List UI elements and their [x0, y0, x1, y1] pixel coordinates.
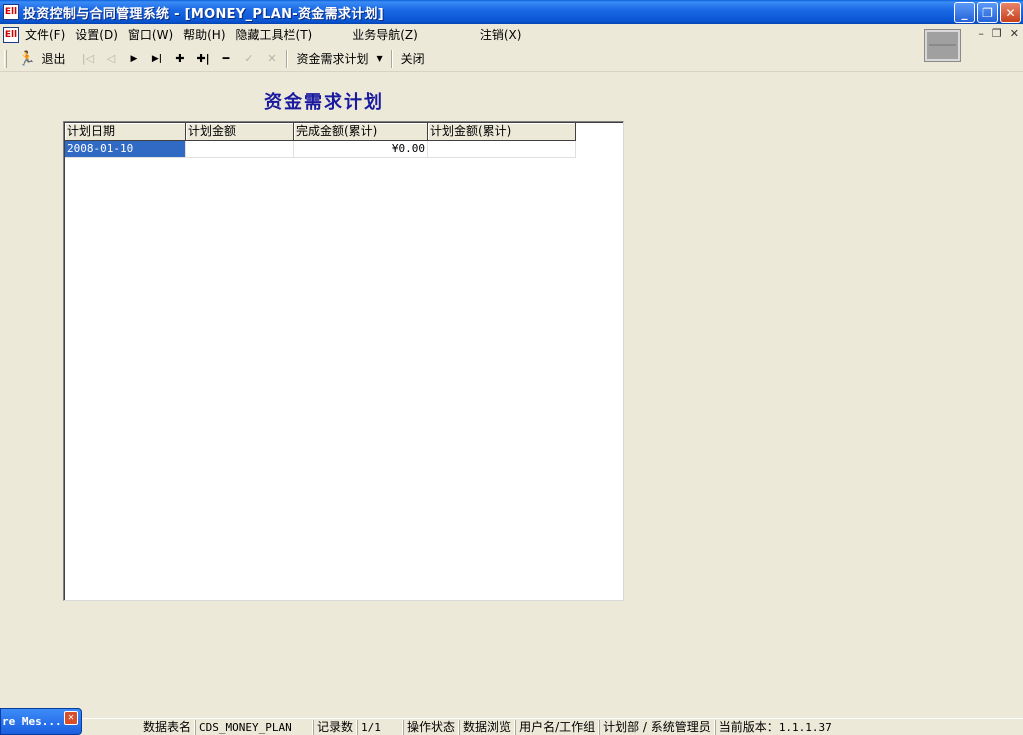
exit-label: 退出	[41, 52, 66, 66]
cell-plan-date[interactable]: 2008-01-10	[65, 141, 186, 158]
mdi-close-button[interactable]: ✕	[1010, 27, 1019, 40]
plus-icon: ✚	[175, 52, 185, 65]
taskbar-button[interactable]: re Mes... ✕	[0, 708, 82, 735]
first-record-button[interactable]: |◁	[76, 48, 99, 70]
cell-plan-cumulative[interactable]	[428, 141, 576, 158]
delete-record-button[interactable]: ━	[214, 48, 237, 70]
prev-record-button[interactable]: ◁	[99, 48, 122, 70]
add-record-button[interactable]: ✚	[168, 48, 191, 70]
mdi-controls: – ❐ ✕	[978, 27, 1019, 40]
status-state-value: 数据浏览	[459, 719, 516, 735]
last-record-button[interactable]: ▶|	[145, 48, 168, 70]
grid-header: 计划日期 计划金额 完成金额(累计) 计划金额(累计)	[65, 123, 576, 141]
plan-dropdown-button[interactable]: 资金需求计划 ▼	[291, 48, 387, 70]
close-form-label: 关闭	[400, 52, 425, 66]
status-version-value: 1.1.1.37	[778, 720, 832, 734]
first-icon: |◁	[81, 52, 95, 65]
exit-button[interactable]: 🏃 退出	[13, 48, 70, 70]
status-table-label: 数据表名	[140, 719, 196, 735]
minus-icon: ━	[222, 52, 230, 65]
toolbar-separator	[390, 49, 393, 68]
mdi-minimize-button[interactable]: –	[978, 27, 984, 40]
column-header-plan-amount[interactable]: 计划金额	[186, 123, 294, 141]
check-icon: ✓	[244, 52, 254, 65]
close-button[interactable]: ✕	[1000, 2, 1021, 23]
column-header-plan-cumulative[interactable]: 计划金额(累计)	[428, 123, 576, 141]
toolbar-grip[interactable]	[4, 49, 7, 68]
cell-completed-cumulative[interactable]: ¥0.00	[294, 141, 428, 158]
chevron-down-icon: ▼	[376, 54, 383, 63]
insert-record-button[interactable]: ✚|	[191, 48, 214, 70]
menu-hide-toolbar[interactable]: 隐藏工具栏(T)	[236, 26, 313, 43]
next-icon: ▶	[130, 53, 138, 64]
column-header-plan-date[interactable]: 计划日期	[65, 123, 186, 141]
menu-settings[interactable]: 设置(D)	[75, 26, 118, 43]
confirm-button[interactable]: ✓	[237, 48, 260, 70]
mdi-restore-button[interactable]: ❐	[992, 27, 1002, 40]
next-record-button[interactable]: ▶	[122, 48, 145, 70]
status-version-label: 当前版本：	[718, 719, 779, 734]
status-bar: 数据表名 CDS_MONEY_PLAN 记录数 1/1 操作状态 数据浏览 用户…	[0, 718, 1023, 735]
table-row[interactable]: 2008-01-10 ¥0.00	[65, 141, 576, 158]
last-icon: ▶|	[151, 53, 163, 64]
window-controls: _ ❐ ✕	[954, 2, 1021, 23]
menu-file[interactable]: 文件(F)	[25, 26, 65, 43]
running-man-icon: 🏃	[18, 50, 36, 67]
menu-help[interactable]: 帮助(H)	[183, 26, 225, 43]
restore-button[interactable]: ❐	[977, 2, 998, 23]
app-icon: Ell	[3, 4, 19, 20]
column-header-completed-cumulative[interactable]: 完成金额(累计)	[294, 123, 428, 141]
menu-window[interactable]: 窗口(W)	[128, 26, 173, 43]
cell-plan-amount[interactable]	[186, 141, 294, 158]
toolbar: 🏃 退出 |◁ ◁ ▶ ▶| ✚ ✚| ━ ✓ ✕ 资金需求计划 ▼ 关闭	[0, 46, 1023, 72]
menu-logout[interactable]: 注销(X)	[480, 26, 522, 43]
cancel-edit-button[interactable]: ✕	[260, 48, 283, 70]
status-records-value: 1/1	[357, 719, 404, 735]
page-title: 资金需求计划	[264, 92, 384, 113]
plan-dropdown-label: 资金需求计划	[296, 52, 369, 66]
data-grid[interactable]: 计划日期 计划金额 完成金额(累计) 计划金额(累计) 2008-01-10 ¥…	[63, 121, 624, 601]
mdi-child-icon[interactable]: Ell	[3, 26, 19, 43]
status-table-value: CDS_MONEY_PLAN	[195, 719, 314, 735]
status-records-label: 记录数	[313, 719, 358, 735]
prev-icon: ◁	[106, 52, 116, 65]
x-icon: ✕	[267, 52, 277, 65]
menu-business-nav[interactable]: 业务导航(Z)	[352, 26, 418, 43]
menu-bar: Ell 文件(F) 设置(D) 窗口(W) 帮助(H) 隐藏工具栏(T) 业务导…	[0, 24, 1023, 45]
window-title: 投资控制与合同管理系统 - [MONEY_PLAN-资金需求计划]	[23, 6, 385, 22]
toolbar-separator	[286, 49, 289, 68]
status-state-label: 操作状态	[403, 719, 460, 735]
close-icon[interactable]: ✕	[64, 711, 78, 725]
status-version: 当前版本：1.1.1.37	[714, 719, 835, 735]
insert-icon: ✚|	[196, 52, 210, 65]
close-form-button[interactable]: 关闭	[396, 48, 430, 70]
status-user-label: 用户名/工作组	[515, 719, 600, 735]
title-bar: Ell 投资控制与合同管理系统 - [MONEY_PLAN-资金需求计划] _ …	[0, 0, 1023, 24]
taskbar-button-label: re Mes...	[2, 715, 62, 728]
status-user-value: 计划部 / 系统管理员	[599, 719, 715, 735]
minimize-button[interactable]: _	[954, 2, 975, 23]
